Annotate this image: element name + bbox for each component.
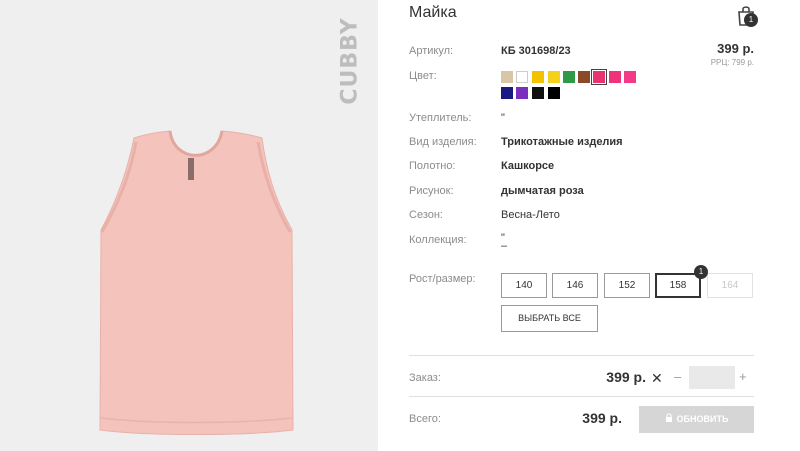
season-value: Весна-Лето	[501, 209, 560, 221]
collection-label: Коллекция:	[409, 234, 467, 246]
color-swatch[interactable]	[532, 87, 544, 99]
color-swatch[interactable]	[563, 71, 575, 83]
color-swatch[interactable]	[501, 71, 513, 83]
times-icon: ✕	[651, 370, 663, 386]
type-value: Трикотажные изделия	[501, 136, 623, 148]
pattern-label: Рисунок:	[409, 185, 454, 197]
order-label: Заказ:	[409, 372, 441, 384]
fabric-label: Полотно:	[409, 160, 456, 172]
divider	[409, 355, 754, 356]
size-label: Рост/размер:	[409, 273, 476, 285]
type-label: Вид изделия:	[409, 136, 477, 148]
size-count-badge: 1	[694, 265, 708, 279]
color-swatch-selected[interactable]	[591, 69, 607, 85]
collection-value-2: –	[501, 240, 508, 252]
fabric-value: Кашкорсе	[501, 160, 555, 172]
size-option-158[interactable]: 158	[655, 273, 701, 298]
update-button[interactable]: ОБНОВИТЬ	[639, 406, 754, 433]
brand-logo: CUBBY	[337, 17, 363, 105]
insulation-value: "	[501, 112, 505, 124]
pattern-value: дымчатая роза	[501, 185, 584, 197]
product-photo: CUBBY	[0, 0, 378, 451]
increase-button[interactable]: +	[739, 369, 747, 384]
color-swatch[interactable]	[548, 87, 560, 99]
unit-price: 399 р.	[717, 41, 754, 56]
color-swatch[interactable]	[532, 71, 544, 83]
color-swatch[interactable]	[578, 71, 590, 83]
size-option-164: 164	[707, 273, 753, 298]
size-option-152[interactable]: 152	[604, 273, 650, 298]
color-swatch[interactable]	[516, 87, 528, 99]
total-label: Всего:	[409, 413, 441, 425]
divider	[409, 396, 754, 397]
article-label: Артикул:	[409, 45, 454, 57]
size-option-146[interactable]: 146	[552, 273, 598, 298]
color-swatch[interactable]	[516, 71, 528, 83]
order-price: 399 р.	[606, 369, 646, 385]
decrease-button[interactable]: –	[674, 369, 681, 384]
color-swatch[interactable]	[501, 87, 513, 99]
color-swatch[interactable]	[548, 71, 560, 83]
color-swatch[interactable]	[609, 71, 621, 83]
quantity-input[interactable]	[689, 366, 735, 389]
cart-count-badge: 1	[744, 13, 758, 27]
tank-top-image	[99, 130, 294, 435]
article-value: КБ 301698/23	[501, 45, 571, 57]
select-all-button[interactable]: ВЫБРАТЬ ВСЕ	[501, 305, 598, 332]
color-swatch[interactable]	[624, 71, 636, 83]
insulation-label: Утеплитель:	[409, 112, 472, 124]
season-label: Сезон:	[409, 209, 443, 221]
lock-icon	[665, 406, 673, 433]
update-button-label: ОБНОВИТЬ	[676, 414, 729, 424]
rrc-price: РРЦ: 799 р.	[710, 58, 754, 67]
product-title: Майка	[409, 4, 457, 21]
size-option-140[interactable]: 140	[501, 273, 547, 298]
color-label: Цвет:	[409, 70, 437, 82]
total-price: 399 р.	[582, 410, 622, 426]
